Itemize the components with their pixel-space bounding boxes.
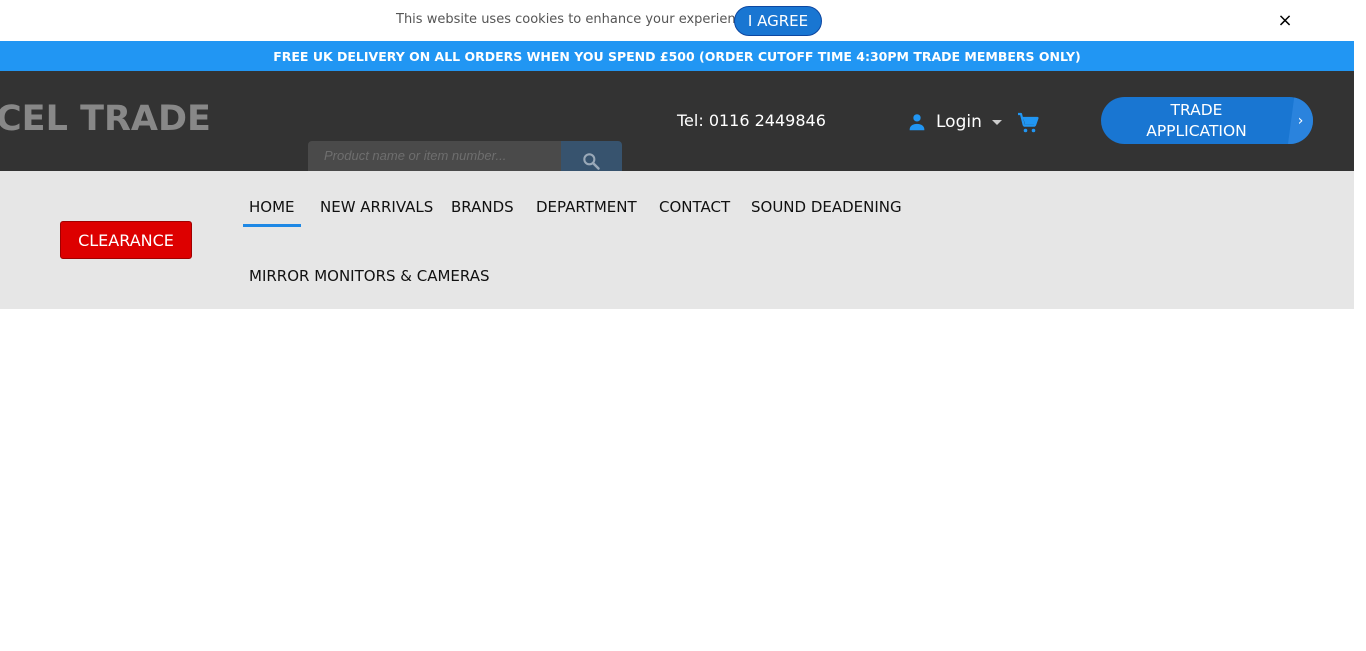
login-menu[interactable]: Login: [906, 111, 1002, 133]
close-icon[interactable]: ×: [1276, 12, 1294, 30]
chevron-down-icon: [991, 119, 1002, 125]
trade-label-line1: TRADE: [1170, 100, 1223, 119]
cookie-agree-button[interactable]: I AGREE: [734, 6, 822, 36]
cart-icon: [1018, 112, 1039, 133]
promo-text: FREE UK DELIVERY ON ALL ORDERS WHEN YOU …: [273, 48, 1081, 64]
trade-label-line2: APPLICATION: [1146, 121, 1247, 140]
main-navigation: CLEARANCE HOME NEW ARRIVALS BRANDS DEPAR…: [0, 171, 1354, 309]
nav-item-mirror-monitors-cameras[interactable]: MIRROR MONITORS & CAMERAS: [249, 266, 490, 290]
login-label: Login: [936, 112, 982, 132]
clearance-button[interactable]: CLEARANCE: [60, 221, 192, 259]
nav-item-contact[interactable]: CONTACT: [659, 197, 730, 221]
site-logo[interactable]: CEL TRADE: [0, 99, 211, 139]
nav-item-new-arrivals[interactable]: NEW ARRIVALS: [320, 197, 433, 221]
cookie-consent-bar: This website uses cookies to enhance you…: [0, 0, 1354, 41]
site-header: CEL TRADE Tel: 0116 2449846 Login: [0, 71, 1354, 171]
trade-application-button[interactable]: TRADE APPLICATION ›: [1101, 97, 1313, 144]
telephone-number[interactable]: Tel: 0116 2449846: [677, 111, 826, 130]
nav-item-sound-deadening[interactable]: SOUND DEADENING: [751, 197, 902, 221]
search-input[interactable]: [308, 141, 562, 171]
search-icon: [583, 153, 600, 170]
person-icon: [909, 114, 925, 131]
nav-item-department[interactable]: DEPARTMENT: [536, 197, 637, 221]
cart-button[interactable]: [1016, 111, 1040, 135]
promo-banner: FREE UK DELIVERY ON ALL ORDERS WHEN YOU …: [0, 41, 1354, 71]
cookie-message: This website uses cookies to enhance you…: [396, 12, 755, 27]
nav-item-brands[interactable]: BRANDS: [451, 197, 514, 221]
search-button[interactable]: [561, 141, 622, 171]
trade-application-label: TRADE APPLICATION: [1101, 97, 1292, 144]
page: This website uses cookies to enhance you…: [0, 0, 1366, 651]
nav-item-home[interactable]: HOME: [243, 197, 300, 227]
search-bar: [308, 141, 622, 171]
